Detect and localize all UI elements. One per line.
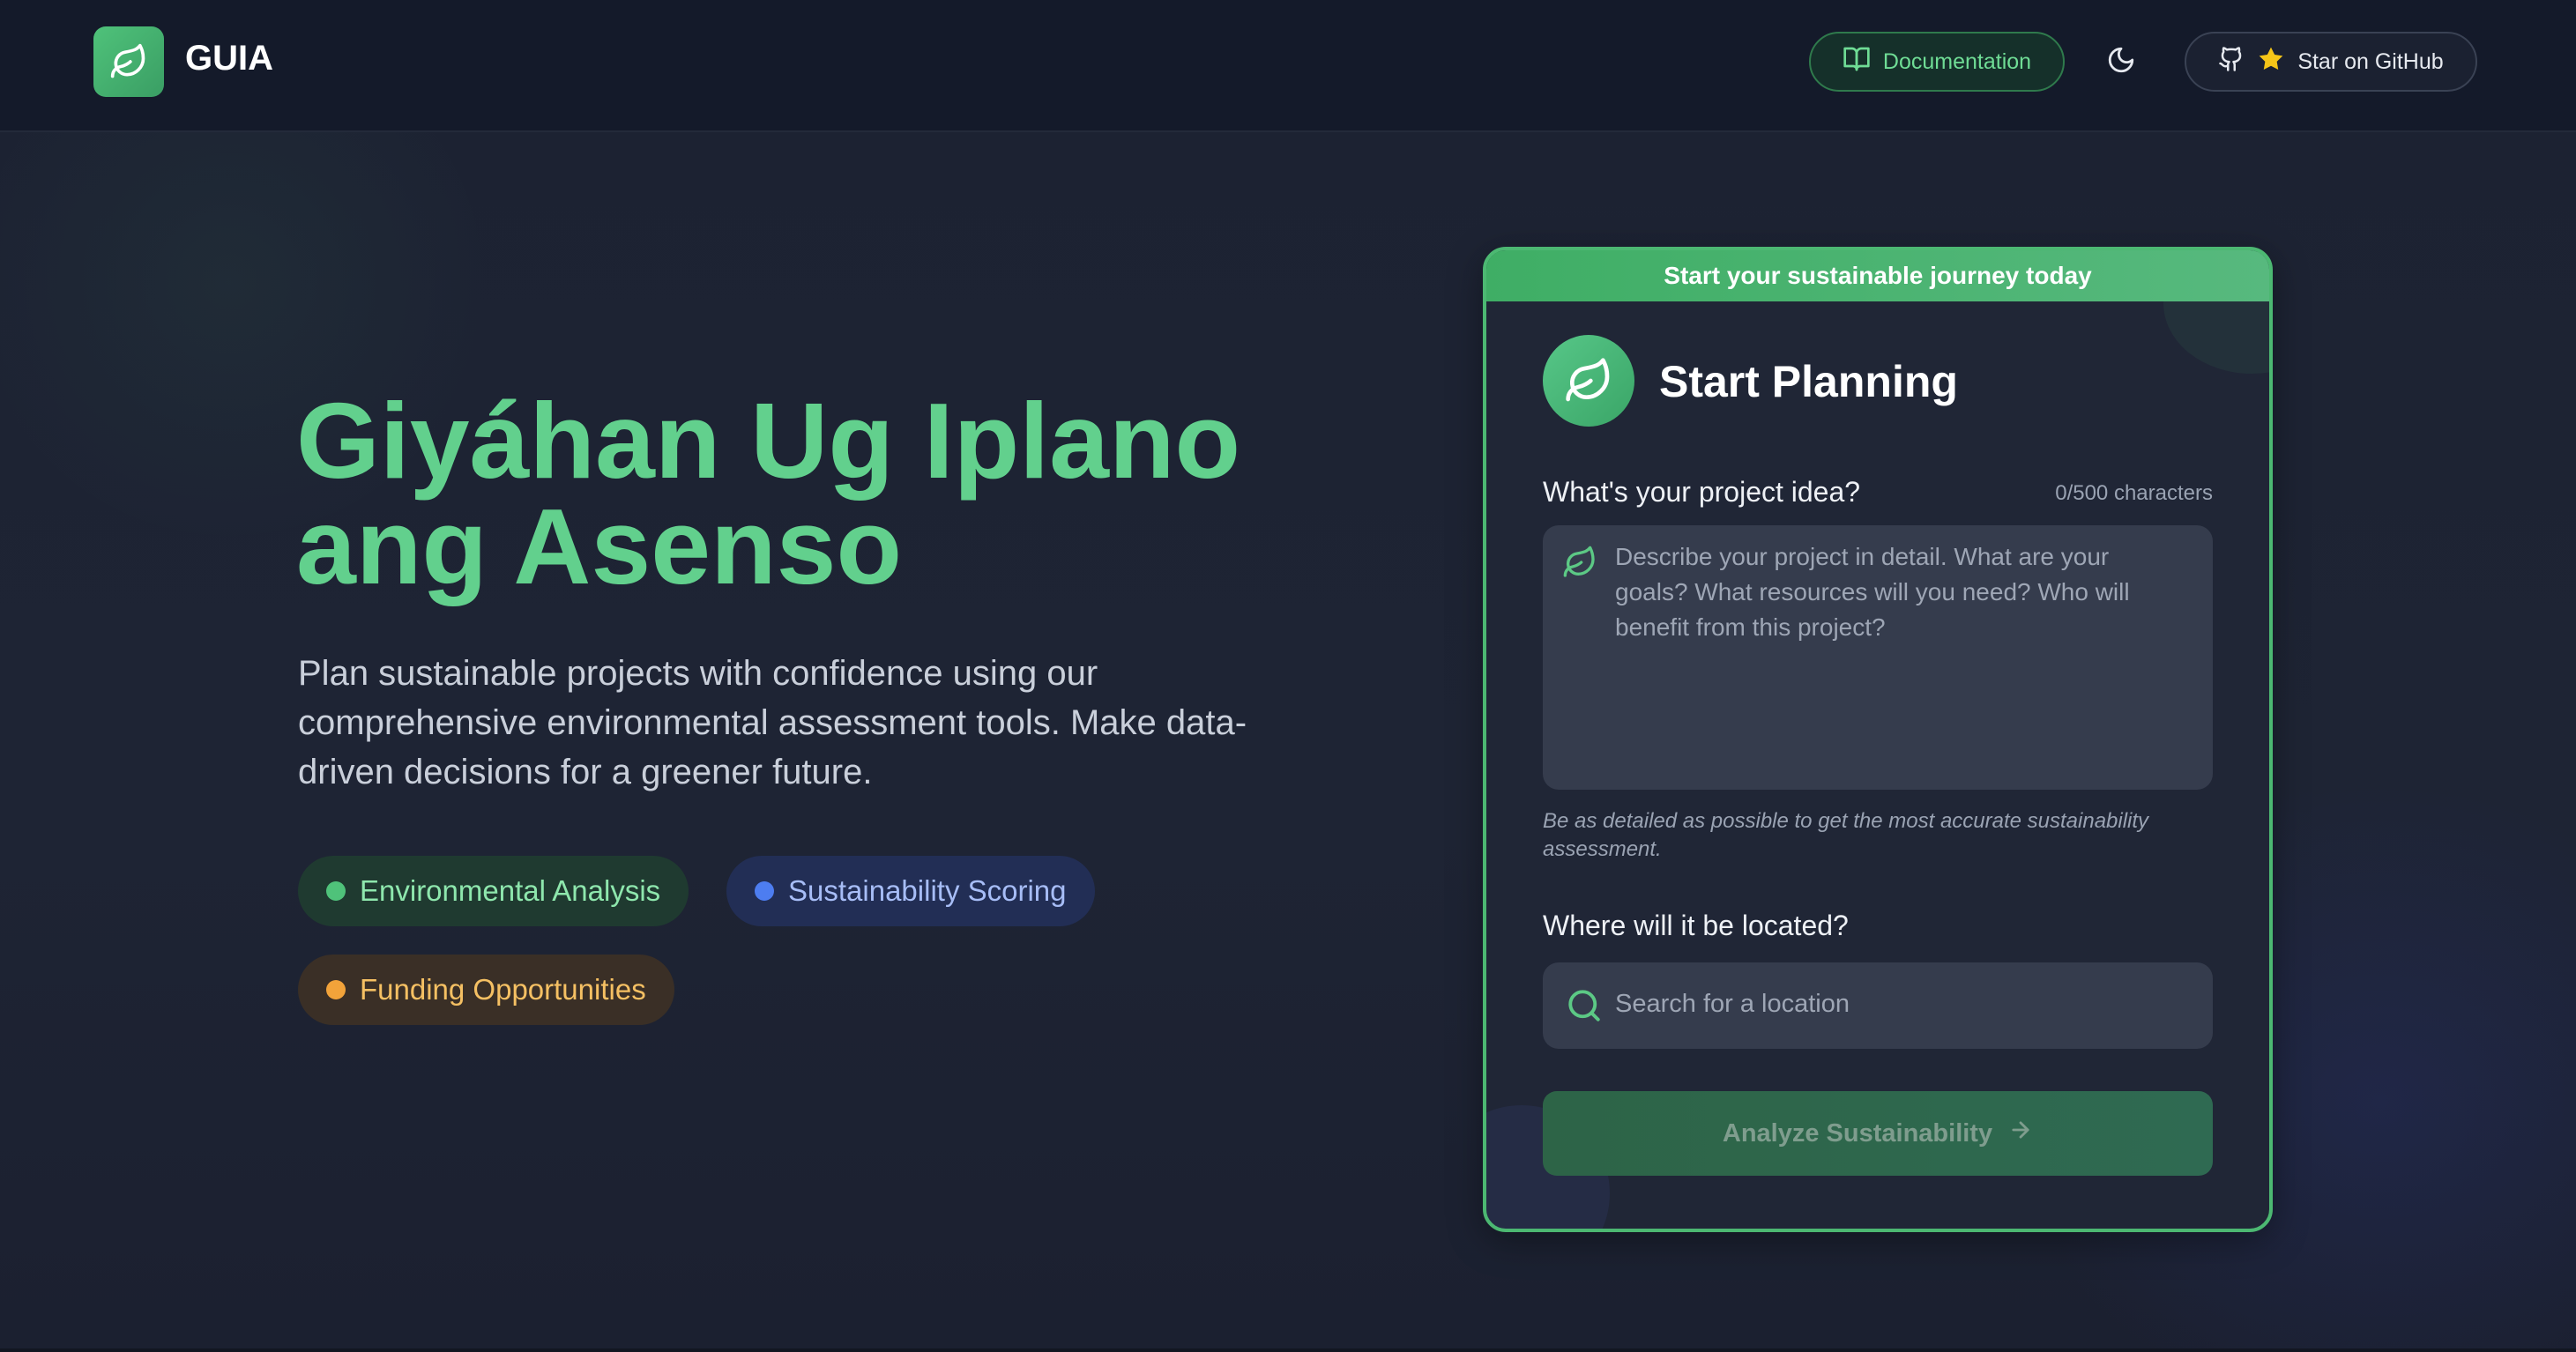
analyze-sustainability-button[interactable]: Analyze Sustainability bbox=[1543, 1091, 2213, 1176]
arrow-right-icon bbox=[2008, 1118, 2033, 1149]
chip-label: Funding Opportunities bbox=[360, 973, 646, 1006]
chip-funding-opportunities: Funding Opportunities bbox=[298, 955, 674, 1025]
bottom-divider bbox=[0, 1348, 2576, 1352]
chip-sustainability-scoring: Sustainability Scoring bbox=[726, 856, 1095, 926]
project-idea-textarea[interactable]: Describe your project in detail. What ar… bbox=[1543, 525, 2213, 790]
github-icon bbox=[2218, 46, 2245, 78]
hero-title-line1: Giyáhan Ug Iplano bbox=[296, 381, 1241, 501]
location-search-input[interactable]: Search for a location bbox=[1543, 962, 2213, 1049]
project-idea-placeholder: Describe your project in detail. What ar… bbox=[1615, 543, 2130, 641]
chip-dot bbox=[755, 881, 774, 901]
card-title: Start Planning bbox=[1659, 357, 1958, 406]
chip-dot bbox=[326, 980, 346, 999]
chip-environmental-analysis: Environmental Analysis bbox=[298, 856, 689, 926]
leaf-icon bbox=[1562, 545, 1597, 584]
analyze-label: Analyze Sustainability bbox=[1722, 1118, 1993, 1148]
planning-card: Start your sustainable journey today Sta… bbox=[1483, 247, 2273, 1232]
hero-title: Giyáhan Ug Iplano ang Asenso bbox=[296, 381, 1354, 606]
logo-text[interactable]: GUIA bbox=[185, 39, 273, 78]
moon-icon bbox=[2106, 45, 2136, 79]
hero-description: Plan sustainable projects with confidenc… bbox=[298, 654, 1247, 791]
search-icon bbox=[1566, 987, 1603, 1029]
location-placeholder: Search for a location bbox=[1615, 990, 1850, 1018]
hero-title-line2: ang Asenso bbox=[296, 487, 902, 606]
chip-label: Sustainability Scoring bbox=[788, 874, 1067, 907]
chip-label: Environmental Analysis bbox=[360, 874, 661, 907]
chip-dot bbox=[326, 881, 346, 901]
project-idea-hint: Be as detailed as possible to get the mo… bbox=[1543, 809, 2149, 861]
github-star-button[interactable]: Star on GitHub bbox=[2185, 32, 2477, 92]
character-count: 0/500 characters bbox=[2055, 481, 2213, 505]
leaf-icon bbox=[1543, 335, 1634, 427]
book-open-icon bbox=[1843, 45, 1871, 79]
logo-leaf-icon[interactable] bbox=[93, 26, 164, 97]
star-icon bbox=[2257, 45, 2285, 79]
theme-toggle-button[interactable] bbox=[2102, 42, 2140, 81]
card-banner: Start your sustainable journey today bbox=[1486, 250, 2269, 301]
top-navbar: GUIA Documentation Star on GitHub bbox=[0, 0, 2576, 132]
page: GUIA Documentation Star on GitHub Giyáha… bbox=[0, 0, 2576, 1352]
documentation-button[interactable]: Documentation bbox=[1809, 32, 2065, 92]
documentation-label: Documentation bbox=[1882, 48, 2032, 74]
github-label: Star on GitHub bbox=[2297, 48, 2444, 74]
project-idea-label: What's your project idea? bbox=[1543, 476, 1861, 508]
location-label: Where will it be located? bbox=[1543, 910, 1849, 941]
